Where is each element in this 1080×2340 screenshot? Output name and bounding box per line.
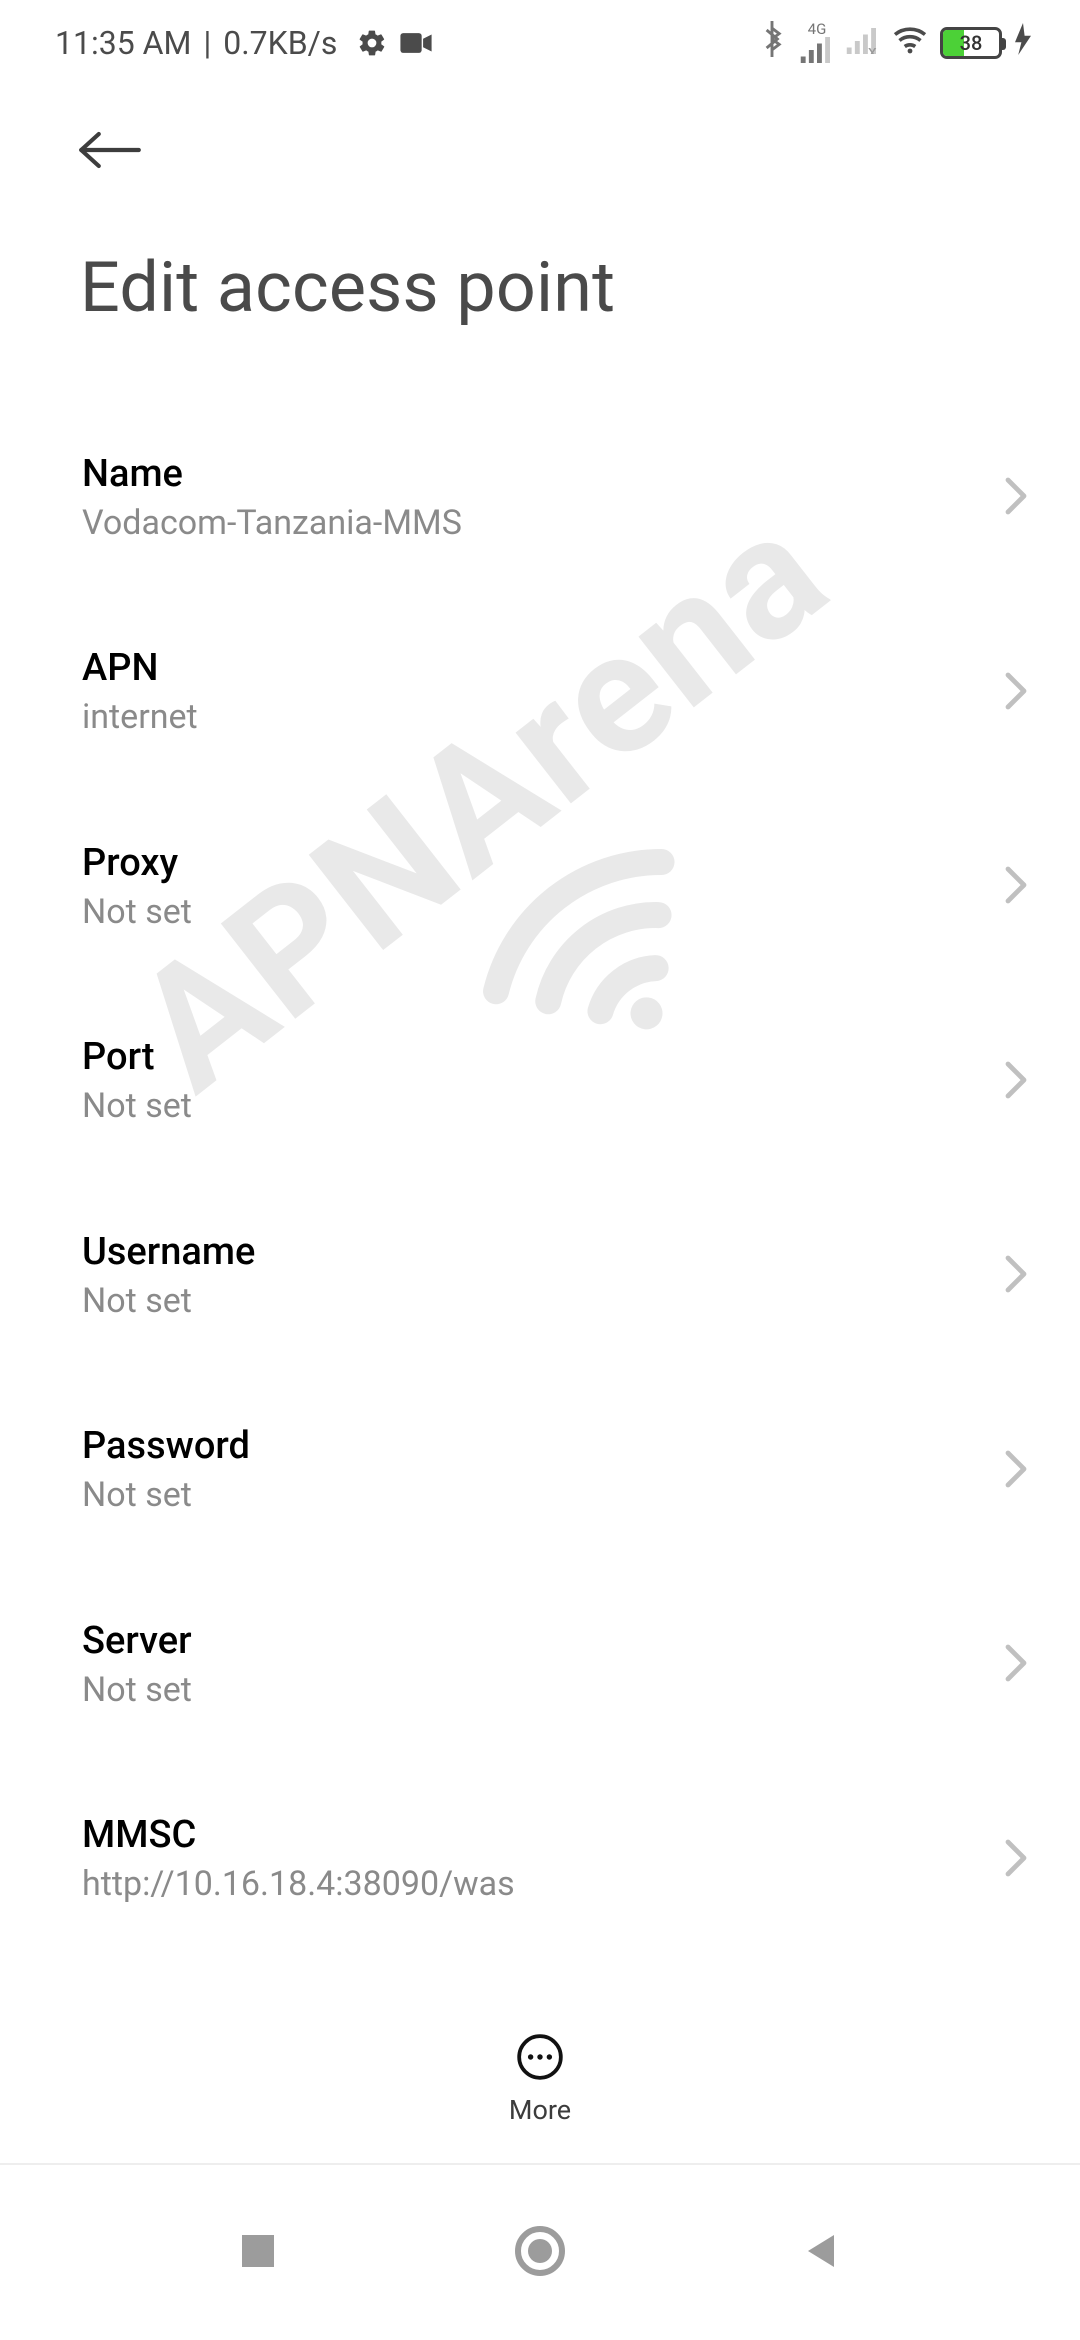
- row-port-label: Port: [82, 1036, 960, 1080]
- triangle-left-icon: [802, 2256, 842, 2275]
- status-separator: |: [203, 24, 211, 62]
- row-server-label: Server: [82, 1620, 960, 1664]
- row-proxy[interactable]: Proxy Not set: [0, 804, 1080, 970]
- row-name-label: Name: [82, 453, 960, 497]
- row-apn-value: internet: [82, 697, 960, 738]
- charging-bolt-icon: [1014, 23, 1032, 63]
- status-time: 11:35 AM: [55, 24, 191, 62]
- status-bar: 11:35 AM | 0.7KB/s 4G x 38: [0, 0, 1080, 85]
- chevron-right-icon: [1004, 1838, 1028, 1882]
- row-proxy-value: Not set: [82, 892, 960, 933]
- square-icon: [238, 2256, 278, 2275]
- signal-sim2-icon: x: [846, 24, 880, 62]
- bluetooth-icon: [760, 21, 784, 65]
- row-password-label: Password: [82, 1425, 960, 1469]
- svg-text:x: x: [868, 41, 877, 54]
- wifi-icon: [892, 24, 928, 62]
- nav-home-button[interactable]: [514, 2225, 566, 2281]
- row-proxy-label: Proxy: [82, 842, 960, 886]
- row-name[interactable]: Name Vodacom-Tanzania-MMS: [0, 415, 1080, 581]
- row-password-value: Not set: [82, 1475, 960, 1516]
- battery-indicator: 38: [940, 27, 1002, 59]
- chevron-right-icon: [1004, 1643, 1028, 1687]
- row-name-value: Vodacom-Tanzania-MMS: [82, 503, 960, 544]
- chevron-right-icon: [1004, 671, 1028, 715]
- row-port-value: Not set: [82, 1086, 960, 1127]
- chevron-right-icon: [1004, 865, 1028, 909]
- nav-back-button[interactable]: [802, 2231, 842, 2275]
- row-mmsc[interactable]: MMSC http://10.16.18.4:38090/was: [0, 1776, 1080, 1942]
- more-icon: [515, 2032, 565, 2086]
- row-server[interactable]: Server Not set: [0, 1582, 1080, 1748]
- status-net-speed: 0.7KB/s: [223, 24, 337, 62]
- row-username-label: Username: [82, 1231, 960, 1275]
- video-camera-icon: [399, 30, 433, 56]
- row-password[interactable]: Password Not set: [0, 1387, 1080, 1553]
- signal-4g-icon: 4G: [800, 22, 834, 63]
- chevron-right-icon: [1004, 1449, 1028, 1493]
- more-button[interactable]: More: [509, 2032, 571, 2126]
- row-port[interactable]: Port Not set: [0, 998, 1080, 1164]
- row-username-value: Not set: [82, 1281, 960, 1322]
- status-bar-left: 11:35 AM | 0.7KB/s: [55, 24, 433, 62]
- page-title: Edit access point: [80, 247, 615, 329]
- nav-bar: [0, 2165, 1080, 2340]
- status-bar-right: 4G x 38: [760, 21, 1032, 65]
- chevron-right-icon: [1004, 1254, 1028, 1298]
- arrow-left-icon: [78, 157, 142, 176]
- nav-recents-button[interactable]: [238, 2231, 278, 2275]
- row-apn[interactable]: APN internet: [0, 609, 1080, 775]
- chevron-right-icon: [1004, 1060, 1028, 1104]
- row-mmsc-label: MMSC: [82, 1814, 960, 1858]
- row-username[interactable]: Username Not set: [0, 1193, 1080, 1359]
- settings-gear-icon: [357, 28, 387, 58]
- settings-list: Name Vodacom-Tanzania-MMS APN internet P…: [0, 415, 1080, 1982]
- circle-icon: [514, 2262, 566, 2281]
- row-mms-proxy[interactable]: MMS proxy 10.16.18.77: [0, 1971, 1080, 1982]
- more-button-label: More: [509, 2094, 571, 2126]
- row-server-value: Not set: [82, 1670, 960, 1711]
- bottom-action-bar: More: [0, 1995, 1080, 2165]
- chevron-right-icon: [1004, 476, 1028, 520]
- row-apn-label: APN: [82, 647, 960, 691]
- back-button[interactable]: [78, 128, 142, 176]
- row-mmsc-value: http://10.16.18.4:38090/was: [82, 1864, 960, 1905]
